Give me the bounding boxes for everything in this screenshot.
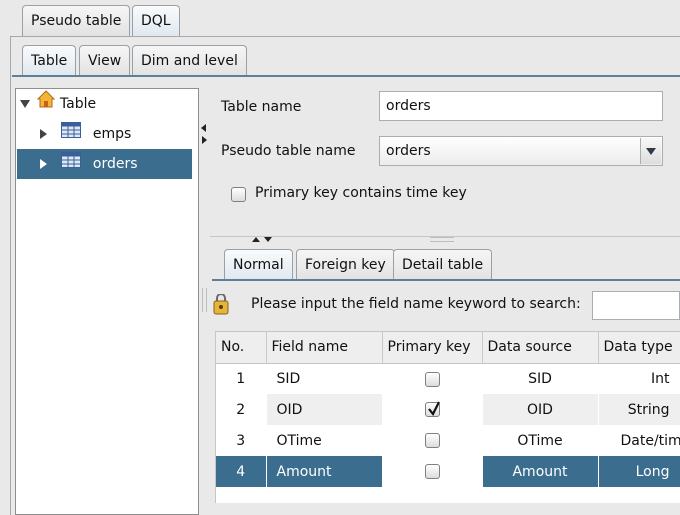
pseudo-table-name-value: orders bbox=[386, 143, 431, 159]
cell-field-name[interactable]: OTime bbox=[266, 425, 383, 456]
dropdown-button[interactable] bbox=[640, 138, 661, 164]
primary-key-checkbox[interactable] bbox=[424, 371, 440, 387]
pseudo-table-name-label: Pseudo table name bbox=[221, 143, 356, 159]
cell-data-source[interactable]: OID bbox=[482, 394, 599, 425]
tree-item-emps[interactable]: emps bbox=[40, 119, 196, 149]
cell-field-name[interactable]: OID bbox=[266, 394, 383, 425]
cell-primary-key[interactable] bbox=[382, 456, 483, 487]
tree-item-label: emps bbox=[92, 126, 132, 142]
detail-tab-underline bbox=[212, 279, 680, 281]
search-input[interactable] bbox=[592, 291, 680, 320]
cell-data-type[interactable]: String bbox=[598, 394, 680, 425]
primary-key-checkbox[interactable] bbox=[424, 464, 440, 479]
cell-data-source[interactable]: OTime bbox=[482, 425, 599, 456]
horizontal-splitter[interactable] bbox=[210, 236, 680, 242]
tree-root-label: Table bbox=[59, 96, 97, 112]
cell-data-type[interactable]: Long bbox=[598, 456, 680, 487]
column-header-field-name[interactable]: Field name bbox=[266, 332, 383, 364]
primary-key-time-checkbox[interactable] bbox=[231, 187, 246, 202]
table-row[interactable]: 2 OID OID String bbox=[216, 394, 680, 425]
cell-data-source[interactable]: SID bbox=[482, 363, 599, 394]
splitter-grip[interactable] bbox=[430, 237, 454, 242]
home-icon bbox=[37, 89, 56, 119]
tab-dim-and-level[interactable]: Dim and level bbox=[132, 45, 247, 76]
table-row-selected[interactable]: 4 Amount Amount Long bbox=[216, 456, 680, 487]
check-icon bbox=[427, 401, 440, 417]
search-keyword-icon bbox=[212, 293, 232, 320]
column-header-data-source[interactable]: Data source bbox=[482, 332, 599, 364]
cell-field-name[interactable]: SID bbox=[266, 363, 383, 394]
cell-primary-key[interactable] bbox=[382, 394, 483, 425]
primary-key-time-label: Primary key contains time key bbox=[255, 185, 467, 201]
tab-dql[interactable]: DQL bbox=[132, 5, 180, 37]
tree-item-label: orders bbox=[92, 156, 138, 172]
tab-table[interactable]: Table bbox=[22, 45, 77, 76]
table-row[interactable]: 3 OTime OTime Date/time bbox=[216, 425, 680, 456]
cell-data-type[interactable]: Date/time bbox=[598, 425, 680, 456]
cell-field-name[interactable]: Amount bbox=[266, 456, 383, 487]
primary-key-checkbox[interactable] bbox=[424, 401, 440, 417]
tab-pseudo-table[interactable]: Pseudo table bbox=[22, 5, 131, 36]
table-icon bbox=[61, 119, 82, 149]
expand-arrow-icon[interactable] bbox=[40, 159, 47, 169]
expand-down-icon[interactable] bbox=[264, 237, 272, 242]
tree-root[interactable]: Table bbox=[20, 89, 96, 119]
splitter-grip[interactable] bbox=[202, 288, 207, 312]
cell-primary-key[interactable] bbox=[382, 425, 483, 456]
tab-detail-table[interactable]: Detail table bbox=[393, 249, 493, 280]
table-name-field[interactable]: orders bbox=[379, 91, 663, 121]
collapse-left-icon[interactable] bbox=[201, 124, 206, 132]
tab-view[interactable]: View bbox=[79, 45, 131, 76]
table-tree: Table emps orders bbox=[15, 88, 199, 515]
table-name-label: Table name bbox=[221, 99, 302, 115]
tab-normal[interactable]: Normal bbox=[224, 249, 293, 280]
cell-no[interactable]: 4 bbox=[216, 456, 267, 487]
tree-item-orders[interactable]: orders bbox=[17, 149, 192, 179]
cell-no[interactable]: 3 bbox=[216, 425, 267, 456]
tab-foreign-key[interactable]: Foreign key bbox=[296, 249, 395, 280]
primary-key-checkbox[interactable] bbox=[424, 433, 440, 448]
fields-table: No. Field name Primary key Data source D… bbox=[216, 332, 680, 487]
cell-data-source[interactable]: Amount bbox=[482, 456, 599, 487]
vertical-splitter[interactable] bbox=[200, 88, 208, 515]
pseudo-table-name-select[interactable]: orders bbox=[379, 136, 663, 166]
table-row[interactable]: 1 SID SID Int bbox=[216, 363, 680, 394]
collapse-arrow-icon[interactable] bbox=[20, 100, 30, 108]
cell-primary-key[interactable] bbox=[382, 363, 483, 394]
cell-no[interactable]: 1 bbox=[216, 363, 267, 394]
chevron-down-icon bbox=[646, 148, 656, 155]
sub-tab-underline bbox=[12, 75, 680, 77]
column-header-primary-key[interactable]: Primary key bbox=[382, 332, 483, 364]
table-icon bbox=[61, 149, 82, 179]
column-header-data-type[interactable]: Data type bbox=[598, 332, 680, 364]
cell-no[interactable]: 2 bbox=[216, 394, 267, 425]
expand-arrow-icon[interactable] bbox=[40, 129, 47, 139]
fields-table-container: No. Field name Primary key Data source D… bbox=[215, 331, 680, 503]
collapse-up-icon[interactable] bbox=[252, 237, 260, 242]
search-label: Please input the field name keyword to s… bbox=[251, 296, 581, 312]
column-header-no[interactable]: No. bbox=[216, 332, 267, 364]
table-header-row: No. Field name Primary key Data source D… bbox=[216, 332, 680, 364]
expand-right-icon[interactable] bbox=[202, 136, 207, 144]
cell-data-type[interactable]: Int bbox=[598, 363, 680, 394]
